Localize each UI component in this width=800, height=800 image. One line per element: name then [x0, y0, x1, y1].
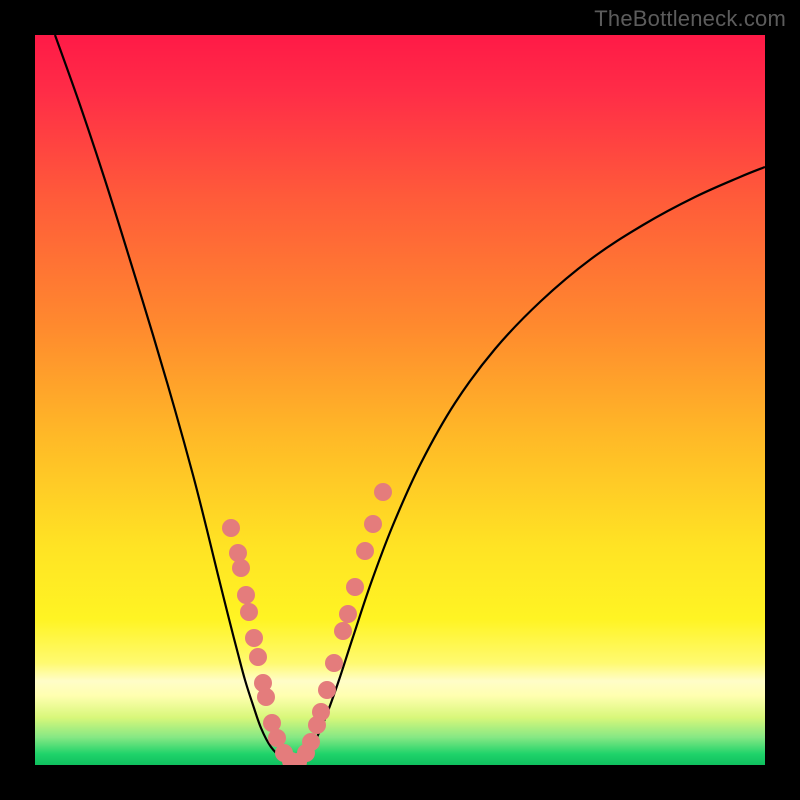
marker-dot: [229, 544, 247, 562]
marker-dot: [237, 586, 255, 604]
marker-dot: [356, 542, 374, 560]
curve-right-branch: [293, 167, 765, 764]
marker-dot: [318, 681, 336, 699]
watermark-text: TheBottleneck.com: [594, 6, 786, 32]
marker-dot: [364, 515, 382, 533]
marker-dot: [249, 648, 267, 666]
marker-dot: [222, 519, 240, 537]
marker-dot: [240, 603, 258, 621]
marker-dot: [257, 688, 275, 706]
chart-svg: [35, 35, 765, 765]
plot-area: [35, 35, 765, 765]
marker-dot: [325, 654, 343, 672]
marker-dot: [334, 622, 352, 640]
marker-dots-group: [222, 483, 392, 765]
marker-dot: [339, 605, 357, 623]
marker-dot: [232, 559, 250, 577]
marker-dot: [302, 733, 320, 751]
marker-dot: [245, 629, 263, 647]
outer-frame: TheBottleneck.com: [0, 0, 800, 800]
marker-dot: [346, 578, 364, 596]
marker-dot: [312, 703, 330, 721]
marker-dot: [374, 483, 392, 501]
